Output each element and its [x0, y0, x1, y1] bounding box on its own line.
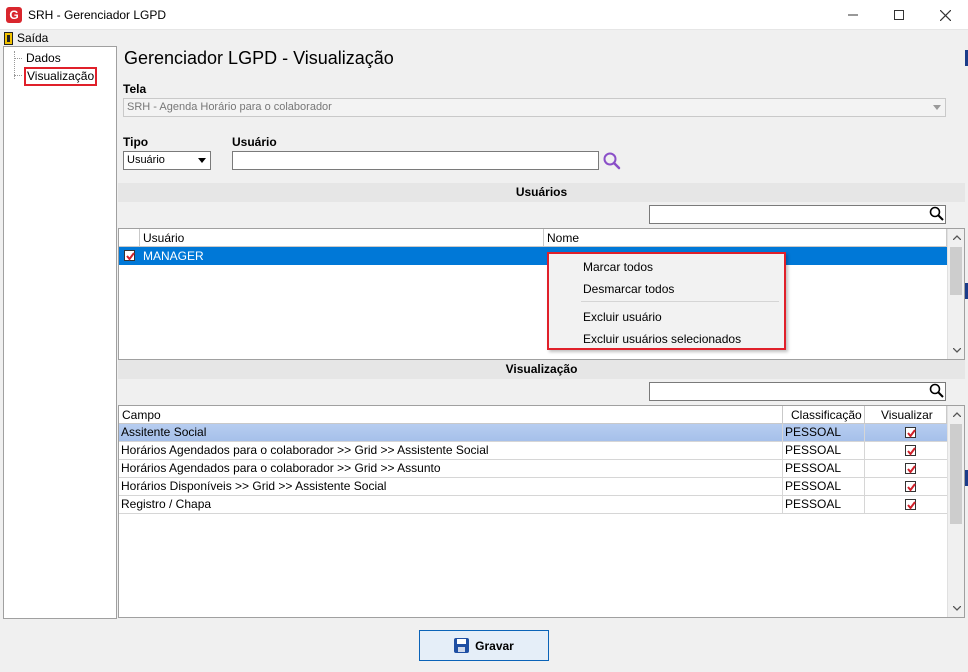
cell-classificacao: PESSOAL	[783, 460, 865, 478]
table-row[interactable]: Assitente Social PESSOAL	[119, 424, 947, 442]
table-row[interactable]: Horários Agendados para o colaborador >>…	[119, 460, 947, 478]
window-title: SRH - Gerenciador LGPD	[28, 8, 167, 22]
cell-campo: Registro / Chapa	[119, 496, 783, 514]
menu-saida[interactable]: Saída	[4, 30, 48, 46]
menu-bar: Saída	[0, 30, 968, 46]
column-header-nome[interactable]: Nome	[544, 229, 947, 247]
table-row[interactable]: MANAGER	[119, 247, 947, 265]
usuario-input[interactable]	[232, 151, 599, 170]
scroll-down-icon[interactable]	[948, 600, 965, 617]
save-icon	[454, 638, 470, 653]
chevron-down-icon[interactable]	[193, 152, 210, 169]
scroll-up-icon[interactable]	[948, 406, 965, 423]
column-header-usuario[interactable]: Usuário	[140, 229, 544, 247]
menu-item-desmarcar-todos[interactable]: Desmarcar todos	[583, 281, 674, 297]
visualizar-checkbox[interactable]	[905, 445, 916, 456]
cell-campo: Horários Agendados para o colaborador >>…	[119, 442, 783, 460]
visualizar-checkbox[interactable]	[905, 499, 916, 510]
gravar-button-label: Gravar	[475, 638, 514, 653]
search-icon[interactable]	[928, 205, 946, 223]
table-row[interactable]: Horários Disponíveis >> Grid >> Assisten…	[119, 478, 947, 496]
scroll-up-icon[interactable]	[948, 229, 965, 246]
visualizacao-scrollbar[interactable]	[947, 406, 964, 617]
scroll-down-icon[interactable]	[948, 342, 965, 359]
table-row[interactable]: Registro / Chapa PESSOAL	[119, 496, 947, 514]
close-button[interactable]	[922, 0, 968, 30]
cell-classificacao: PESSOAL	[783, 442, 865, 460]
tree-connector	[14, 58, 22, 59]
cell-usuario: MANAGER	[143, 249, 204, 263]
menu-item-excluir-usuario[interactable]: Excluir usuário	[583, 309, 662, 325]
title-bar: G SRH - Gerenciador LGPD	[0, 0, 968, 30]
visualizacao-grid-header: Campo Classificação Visualizar	[119, 406, 947, 424]
tree-connector	[14, 75, 22, 76]
usuarios-scrollbar[interactable]	[947, 229, 964, 359]
cell-classificacao: PESSOAL	[783, 478, 865, 496]
column-header-classificacao[interactable]: Classificação	[783, 406, 865, 424]
minimize-button[interactable]	[830, 0, 876, 30]
exit-door-icon	[4, 31, 13, 45]
column-header-select	[119, 229, 140, 247]
scroll-thumb[interactable]	[950, 247, 962, 295]
table-row[interactable]: Horários Agendados para o colaborador >>…	[119, 442, 947, 460]
column-header-campo[interactable]: Campo	[119, 406, 783, 424]
scroll-thumb[interactable]	[950, 424, 962, 524]
tree-item-dados[interactable]: Dados	[24, 51, 63, 66]
row-checkbox[interactable]	[124, 250, 135, 261]
cell-campo: Horários Disponíveis >> Grid >> Assisten…	[119, 478, 783, 496]
menu-item-marcar-todos[interactable]: Marcar todos	[583, 259, 653, 275]
gravar-button[interactable]: Gravar	[419, 630, 549, 661]
maximize-button[interactable]	[876, 0, 922, 30]
usuarios-grid-header: Usuário Nome	[119, 229, 947, 247]
visualizacao-filter-input[interactable]	[649, 382, 946, 401]
usuarios-section-header: Usuários	[118, 183, 965, 202]
minimize-icon	[848, 14, 858, 16]
menu-saida-label: Saída	[17, 31, 49, 45]
visualizar-checkbox[interactable]	[905, 463, 916, 474]
chevron-down-icon[interactable]	[928, 99, 945, 116]
usuarios-grid: Usuário Nome MANAGER	[118, 228, 965, 360]
close-icon	[939, 9, 951, 21]
tela-select[interactable]: SRH - Agenda Horário para o colaborador	[123, 98, 946, 117]
visualizacao-section-header: Visualização	[118, 360, 965, 379]
menu-item-excluir-selecionados[interactable]: Excluir usuários selecionados	[583, 331, 741, 347]
column-header-visualizar[interactable]: Visualizar	[865, 406, 947, 424]
context-menu: Marcar todos Desmarcar todos Excluir usu…	[547, 252, 786, 350]
tree-item-visualizacao[interactable]: Visualização	[24, 67, 98, 86]
visualizar-checkbox[interactable]	[905, 481, 916, 492]
app-logo-icon: G	[6, 7, 22, 23]
usuarios-filter-input[interactable]	[649, 205, 946, 224]
page-title: Gerenciador LGPD - Visualização	[124, 48, 394, 68]
cell-campo: Assitente Social	[119, 424, 783, 442]
tela-label: Tela	[123, 82, 147, 96]
cell-classificacao: PESSOAL	[783, 496, 865, 514]
tipo-label: Tipo	[123, 135, 149, 149]
cell-campo: Horários Agendados para o colaborador >>…	[119, 460, 783, 478]
navigation-tree: Dados Visualização	[3, 46, 117, 619]
visualizar-checkbox[interactable]	[905, 427, 916, 438]
visualizacao-grid: Campo Classificação Visualizar Assitente…	[118, 405, 965, 618]
search-icon[interactable]	[602, 151, 622, 171]
usuario-label: Usuário	[232, 135, 277, 149]
search-icon[interactable]	[928, 382, 946, 400]
menu-separator	[581, 301, 779, 302]
maximize-icon	[894, 10, 904, 20]
cell-classificacao: PESSOAL	[783, 424, 865, 442]
